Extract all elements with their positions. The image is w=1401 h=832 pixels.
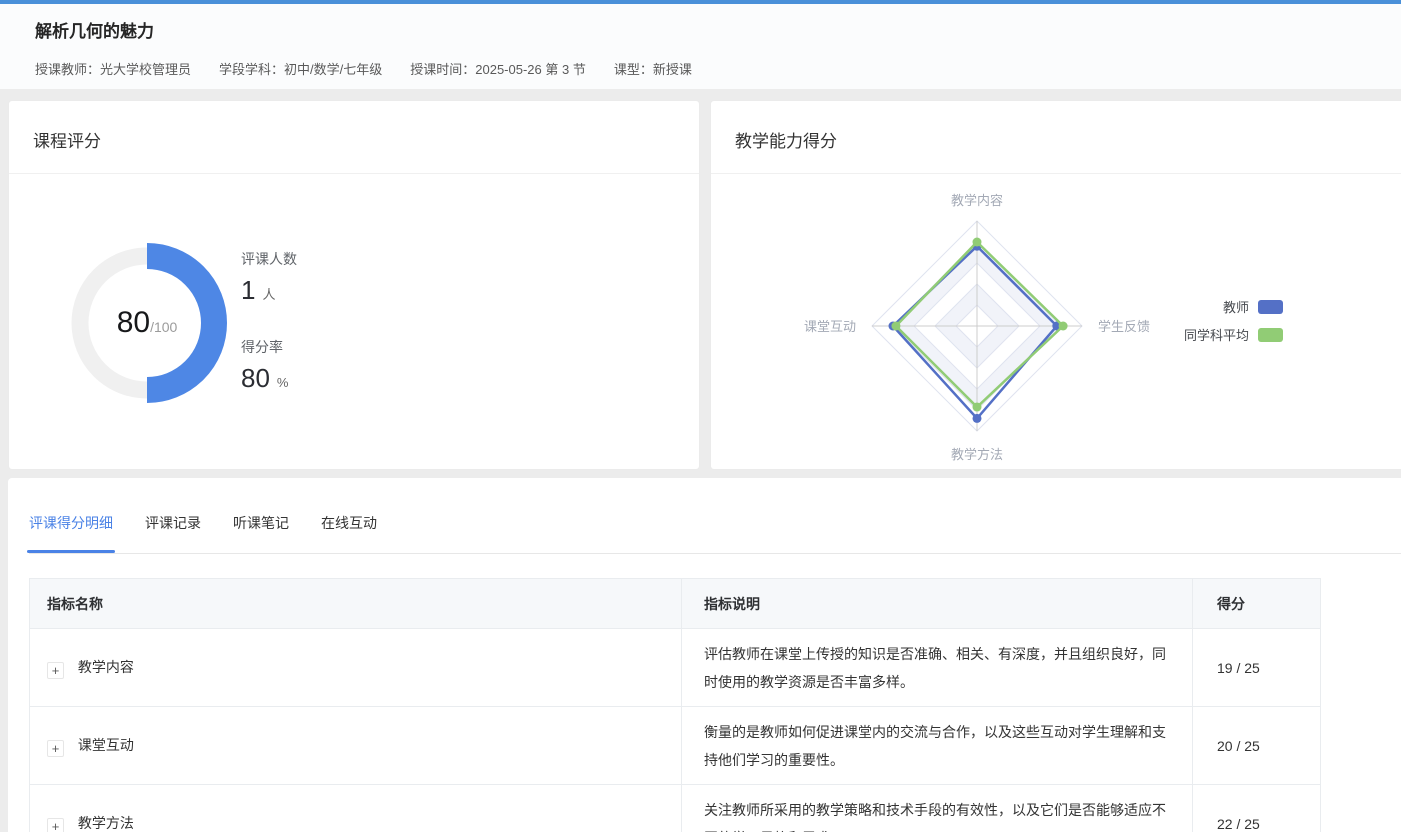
indicator-name: 教学方法 [78, 815, 134, 831]
score-detail-table: 指标名称 指标说明 得分 + 教学内容 评估教师在课堂上传授的知识是否准确、相关… [29, 578, 1321, 832]
legend-swatch-teacher [1258, 300, 1283, 314]
meta-time: 授课时间：2025-05-26 第 3 节 [410, 59, 586, 78]
radar-axis-label: 教学方法 [951, 447, 1003, 462]
column-header-indicator-name: 指标名称 [30, 579, 682, 629]
expand-icon[interactable]: + [47, 740, 64, 757]
legend-swatch-subject-average [1258, 328, 1283, 342]
radar-axis-label: 教学内容 [951, 193, 1003, 208]
radar-data-point [973, 238, 982, 247]
teaching-ability-radar: 教学内容学生反馈教学方法 课堂互动 [757, 179, 1197, 471]
indicator-name: 课堂互动 [78, 737, 134, 753]
table-header-row: 指标名称 指标说明 得分 [30, 579, 1321, 629]
tab-online-interaction[interactable]: 在线互动 [321, 514, 377, 553]
table-row: + 课堂互动 衡量的是教师如何促进课堂内的交流与合作，以及这些互动对学生理解和支… [30, 707, 1321, 785]
donut-score-denominator: /100 [150, 319, 177, 335]
indicator-desc: 评估教师在课堂上传授的知识是否准确、相关、有深度，并且组织良好，同时使用的教学资… [682, 629, 1193, 707]
indicator-name: 教学内容 [78, 659, 134, 675]
tab-bar: 评课得分明细 评课记录 听课笔记 在线互动 [29, 514, 1401, 554]
detail-section: 评课得分明细 评课记录 听课笔记 在线互动 指标名称 指标说明 得分 + 教学内… [8, 478, 1401, 832]
meta-grade-subject: 学段学科：初中/数学/七年级 [219, 59, 382, 78]
tab-listening-notes[interactable]: 听课笔记 [233, 514, 289, 553]
radar-data-point [973, 414, 982, 423]
teaching-ability-title: 教学能力得分 [735, 127, 837, 152]
stat-value-reviewers: 1 [241, 275, 255, 306]
donut-center-label: 80 /100 [62, 238, 232, 408]
legend-item-subject-average[interactable]: 同学科平均 [1184, 325, 1283, 344]
indicator-score: 20 / 25 [1193, 707, 1321, 785]
page-header: 解析几何的魅力 授课教师：光大学校管理员 学段学科：初中/数学/七年级 授课时间… [0, 4, 1401, 89]
radar-data-point [891, 322, 900, 331]
expand-icon[interactable]: + [47, 662, 64, 679]
column-header-indicator-desc: 指标说明 [682, 579, 1193, 629]
radar-legend: 教师 同学科平均 [1184, 297, 1283, 353]
page-title: 解析几何的魅力 [35, 17, 154, 42]
radar-axis-label: 课堂互动 [804, 319, 856, 334]
radar-data-point [1059, 322, 1068, 331]
indicator-score: 19 / 25 [1193, 629, 1321, 707]
legend-label: 同学科平均 [1184, 325, 1249, 344]
divider [9, 173, 699, 174]
stat-unit-score-rate: % [277, 375, 289, 390]
expand-icon[interactable]: + [47, 818, 64, 832]
divider [711, 173, 1401, 174]
stat-label-score-rate: 得分率 [241, 337, 297, 357]
donut-score-value: 80 [117, 306, 150, 340]
table-row: + 教学方法 关注教师所采用的教学策略和技术手段的有效性，以及它们是否能够适应不… [30, 785, 1321, 832]
stat-unit-reviewers: 人 [262, 284, 275, 303]
legend-label: 教师 [1223, 297, 1249, 316]
course-score-card: 课程评分 80 /100 评课人数 1 人 得分率 80 % [8, 100, 700, 470]
radar-data-point [973, 403, 982, 412]
radar-axis-label: 学生反馈 [1098, 319, 1150, 334]
course-score-title: 课程评分 [33, 127, 101, 152]
table-row: + 教学内容 评估教师在课堂上传授的知识是否准确、相关、有深度，并且组织良好，同… [30, 629, 1321, 707]
stat-label-reviewers: 评课人数 [241, 249, 297, 269]
tab-review-records[interactable]: 评课记录 [145, 514, 201, 553]
indicator-desc: 衡量的是教师如何促进课堂内的交流与合作，以及这些互动对学生理解和支持他们学习的重… [682, 707, 1193, 785]
teaching-ability-card: 教学能力得分 教学内容学生反馈教学方法 课堂互动 教师 同学科平均 [710, 100, 1401, 470]
stat-value-score-rate: 80 [241, 363, 270, 394]
meta-course-type: 课型：新授课 [614, 59, 692, 78]
course-meta-row: 授课教师：光大学校管理员 学段学科：初中/数学/七年级 授课时间：2025-05… [35, 59, 692, 78]
indicator-desc: 关注教师所采用的教学策略和技术手段的有效性，以及它们是否能够适应不同的学习风格和… [682, 785, 1193, 832]
meta-teacher: 授课教师：光大学校管理员 [35, 59, 191, 78]
tab-score-detail[interactable]: 评课得分明细 [29, 514, 113, 553]
score-stats: 评课人数 1 人 得分率 80 % [241, 249, 297, 397]
indicator-score: 22 / 25 [1193, 785, 1321, 832]
legend-item-teacher[interactable]: 教师 [1184, 297, 1283, 316]
column-header-score: 得分 [1193, 579, 1321, 629]
